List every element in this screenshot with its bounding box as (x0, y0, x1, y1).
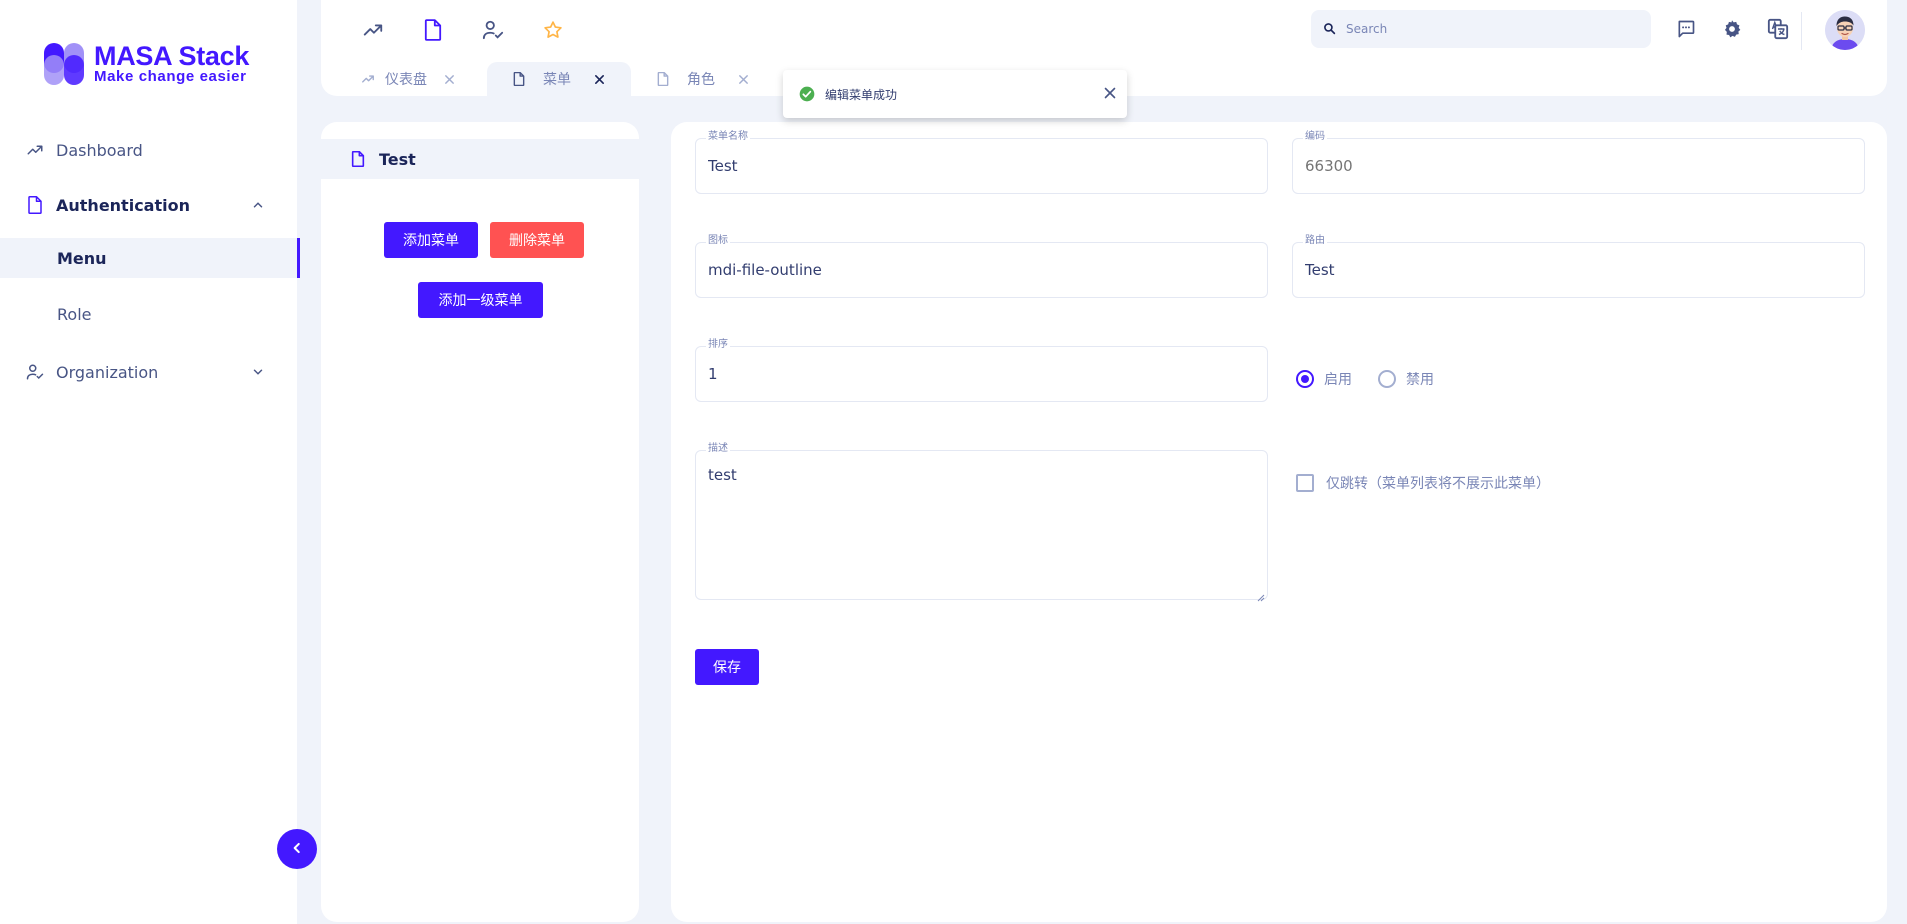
route-field[interactable]: 路由 (1292, 235, 1865, 298)
add-top-level-menu-button[interactable]: 添加一级菜单 (418, 282, 543, 318)
field-label: 图标 (706, 235, 730, 247)
collapse-sidebar-button[interactable] (277, 829, 317, 869)
tab-role[interactable]: 角色 (631, 62, 769, 96)
file-outline-icon (351, 151, 367, 167)
search-icon (1323, 20, 1336, 39)
search-input[interactable] (1346, 22, 1626, 36)
sidebar-item-label: Authentication (56, 195, 190, 215)
tab-dashboard[interactable]: 仪表盘 (361, 62, 475, 96)
header-actions (1674, 17, 1812, 41)
gear-icon[interactable] (1720, 17, 1744, 41)
sidebar-item-label: Organization (56, 362, 159, 382)
sidebar-item-label: Menu (57, 248, 107, 268)
order-field[interactable]: 排序 (695, 339, 1268, 402)
toast-message: 编辑菜单成功 (825, 87, 898, 102)
masa-logo-icon (44, 43, 86, 85)
sidebar-item-dashboard[interactable]: Dashboard (0, 128, 297, 172)
checkbox-unchecked-icon (1296, 474, 1314, 492)
menu-edit-form: 菜单名称 编码 图标 路由 排序 启用 禁用 描述 仅跳转（菜单列 (671, 122, 1887, 922)
radio-label: 启用 (1324, 372, 1352, 388)
field-label: 路由 (1303, 235, 1327, 247)
description-textarea[interactable] (708, 465, 1248, 595)
logo[interactable]: MASA Stack Make change easier (44, 43, 249, 85)
message-icon[interactable] (1674, 17, 1698, 41)
translate-icon[interactable] (1766, 17, 1790, 41)
code-input (1305, 157, 1845, 175)
page-tabs: 仪表盘 菜单 角色 (321, 62, 769, 96)
sidebar-item-organization[interactable]: Organization (0, 350, 297, 394)
quick-access-bar (361, 18, 601, 42)
check-circle-icon (799, 86, 815, 102)
file-outline-icon[interactable] (421, 18, 445, 42)
field-label: 排序 (706, 339, 730, 351)
description-field[interactable]: 描述 (695, 443, 1268, 602)
field-label: 菜单名称 (706, 131, 750, 143)
tab-label: 仪表盘 (385, 72, 427, 88)
logo-title: MASA Stack (94, 41, 250, 71)
enable-radio[interactable]: 启用 (1296, 369, 1352, 389)
field-label: 描述 (706, 443, 730, 455)
account-check-icon (26, 363, 44, 381)
success-toast: 编辑菜单成功 (783, 70, 1127, 118)
tab-label: 菜单 (543, 72, 571, 88)
add-menu-button[interactable]: 添加菜单 (384, 222, 478, 258)
icon-field[interactable]: 图标 (695, 235, 1268, 298)
code-field: 编码 (1292, 131, 1865, 194)
tab-menu[interactable]: 菜单 (487, 62, 631, 96)
star-icon[interactable] (541, 18, 565, 42)
delete-menu-button[interactable]: 删除菜单 (490, 222, 584, 258)
route-input[interactable] (1305, 261, 1845, 279)
tab-label: 角色 (687, 72, 715, 88)
checkbox-label: 仅跳转（菜单列表将不展示此菜单） (1326, 476, 1550, 492)
field-label: 编码 (1303, 131, 1327, 143)
file-outline-icon (513, 71, 527, 87)
sidebar: MASA Stack Make change easier Dashboard … (0, 0, 300, 924)
search-box[interactable] (1311, 10, 1651, 48)
radio-unchecked-icon (1378, 370, 1396, 388)
sidebar-nav: Dashboard Authentication Menu Role Organ… (0, 128, 300, 405)
trending-up-icon[interactable] (361, 18, 385, 42)
close-icon[interactable] (443, 73, 455, 85)
close-icon[interactable] (593, 73, 605, 85)
sidebar-item-authentication[interactable]: Authentication (0, 183, 297, 227)
status-radio-group: 启用 禁用 (1296, 369, 1460, 389)
file-outline-icon (657, 71, 671, 87)
sidebar-item-label: Dashboard (56, 140, 143, 160)
close-icon[interactable] (737, 73, 749, 85)
trending-up-icon (26, 141, 44, 159)
file-outline-icon (26, 196, 44, 214)
sidebar-item-label: Role (57, 304, 92, 324)
disable-radio[interactable]: 禁用 (1378, 369, 1434, 389)
icon-input[interactable] (708, 261, 1248, 279)
sidebar-item-role[interactable]: Role (0, 294, 297, 334)
menu-tree-panel: Test 添加菜单 删除菜单 添加一级菜单 (321, 122, 639, 922)
chevron-left-icon (290, 840, 304, 859)
user-avatar[interactable] (1825, 10, 1865, 50)
sidebar-item-menu[interactable]: Menu (0, 238, 300, 278)
order-input[interactable] (708, 365, 1248, 383)
chevron-up-icon (251, 197, 265, 211)
radio-checked-icon (1296, 370, 1314, 388)
menu-name-field[interactable]: 菜单名称 (695, 131, 1268, 194)
close-icon[interactable] (1103, 86, 1117, 100)
chevron-down-icon (251, 364, 265, 378)
menu-name-input[interactable] (708, 157, 1248, 175)
account-check-icon[interactable] (481, 18, 505, 42)
jump-only-checkbox[interactable]: 仅跳转（菜单列表将不展示此菜单） (1296, 473, 1550, 493)
header-divider (1801, 12, 1802, 50)
logo-subtitle: Make change easier (94, 68, 247, 85)
resize-handle-icon[interactable] (1255, 587, 1265, 602)
tree-item-label: Test (379, 149, 416, 169)
radio-label: 禁用 (1406, 372, 1434, 388)
tree-item-test[interactable]: Test (321, 139, 639, 179)
save-button[interactable]: 保存 (695, 649, 759, 685)
trending-up-icon (361, 72, 375, 86)
